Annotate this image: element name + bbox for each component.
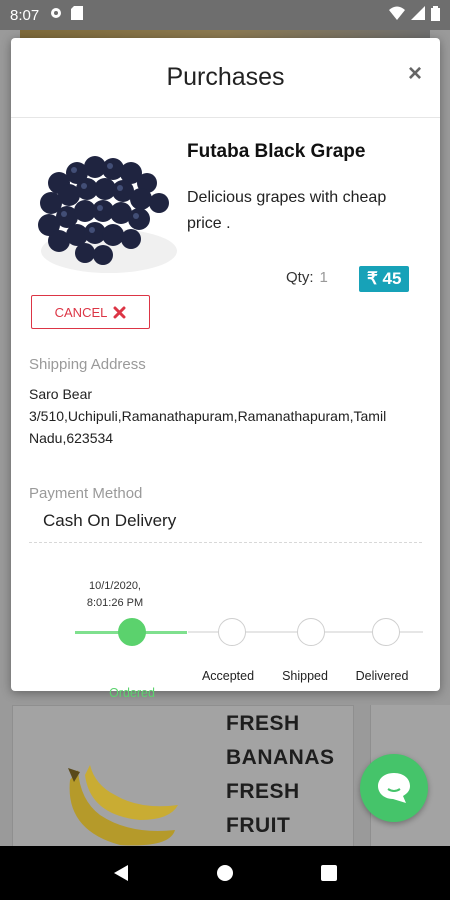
order-tracker: 10/1/2020, 8:01:26 PM Ordered Accepted S…	[11, 578, 440, 700]
signal-icon	[411, 6, 425, 24]
order-date: 10/1/2020, 8:01:26 PM	[86, 580, 144, 609]
close-button[interactable]: ×	[408, 60, 422, 88]
cancel-label: CANCEL	[54, 304, 108, 320]
modal-title: Purchases	[166, 63, 285, 91]
grape-image	[38, 156, 177, 273]
step-label-accepted: Accepted	[201, 669, 255, 683]
recipient-name: Saro Bear	[29, 386, 93, 402]
step-label-delivered: Delivered	[355, 669, 409, 683]
price-badge: ₹ 45	[359, 266, 410, 292]
step-node-delivered	[372, 618, 400, 646]
home-icon[interactable]	[215, 863, 235, 883]
step-label-ordered: Ordered	[109, 686, 155, 700]
close-x-icon	[113, 306, 126, 318]
purchases-modal: Purchases × Futaba Black Grape Delicious…	[11, 38, 440, 700]
qty-label: Qty:	[286, 269, 314, 286]
product-name: Futaba Black Grape	[187, 141, 366, 162]
step-node-accepted	[218, 618, 246, 646]
step-node-ordered	[118, 618, 146, 646]
background-card-text: FRESH BANANAS FRESH FRUIT	[226, 712, 335, 837]
address-text: 3/510,Uchipuli,Ramanathapuram,Ramanathap…	[29, 408, 387, 446]
settings-icon	[49, 6, 63, 24]
banana-image	[68, 765, 178, 846]
wifi-icon	[389, 6, 405, 24]
modal-header: Purchases ×	[11, 38, 440, 118]
navigation-bar	[0, 846, 450, 900]
back-icon[interactable]	[112, 863, 130, 883]
status-time: 8:07	[10, 6, 40, 24]
chat-bubble-icon	[378, 773, 410, 803]
battery-icon	[431, 5, 440, 25]
divider	[29, 542, 422, 543]
sd-card-icon	[71, 6, 84, 24]
quantity: Qty: 1	[286, 269, 328, 286]
cancel-order-button[interactable]: CANCEL	[31, 295, 150, 329]
step-label-shipped: Shipped	[282, 669, 328, 683]
product-description: Delicious grapes with cheap price .	[187, 189, 387, 232]
chat-button[interactable]	[360, 754, 428, 822]
step-node-shipped	[297, 618, 325, 646]
status-bar: 8:07	[0, 0, 450, 30]
shipping-address-label: Shipping Address	[29, 356, 146, 373]
recents-icon[interactable]	[320, 864, 338, 882]
payment-method-label: Payment Method	[29, 485, 143, 502]
shipping-address: Saro Bear 3/510,Uchipuli,Ramanathapuram,…	[29, 383, 424, 449]
qty-value: 1	[319, 269, 328, 286]
payment-method-value: Cash On Delivery	[43, 511, 177, 530]
